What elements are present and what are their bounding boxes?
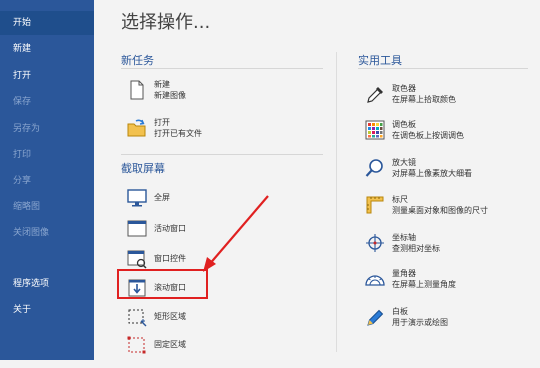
protractor-icon: [364, 268, 386, 290]
sidebar-item-options[interactable]: 程序选项: [0, 272, 94, 296]
capture-fixed-region-title: 固定区域: [154, 340, 186, 349]
rectangle-region-icon: [126, 306, 148, 328]
sidebar-item-thumbnail[interactable]: 缩略图: [0, 195, 94, 219]
tool-palette-item[interactable]: 调色板 在调色板上按调调色: [364, 119, 534, 153]
page-title: 选择操作...: [121, 12, 211, 33]
capture-fixed-region-item[interactable]: 固定区域: [126, 334, 246, 368]
tool-protractor-title: 量角器: [392, 269, 416, 278]
open-file-desc: 打开已有文件: [154, 129, 202, 138]
monitor-icon: [126, 187, 148, 209]
sidebar-item-new[interactable]: 新建: [0, 37, 94, 61]
tool-palette-desc: 在调色板上按调调色: [392, 131, 464, 140]
open-file-title: 打开: [154, 118, 170, 127]
sidebar: 开始 新建 打开 保存 另存为 打印 分享 缩略图 关闭图像 程序选项 关于: [0, 0, 94, 360]
main-panel: 选择操作... 新任务 新建 新建图像 打开 打开已有文件 截取屏幕 全屏 活动…: [94, 0, 540, 360]
tool-ruler-item[interactable]: 标尺 测量桌面对象和图像的尺寸: [364, 194, 534, 228]
capture-rectangle-title: 矩形区域: [154, 312, 186, 321]
tool-whiteboard-item[interactable]: 白板 用于演示或绘图: [364, 306, 534, 340]
sidebar-item-save-as[interactable]: 另存为: [0, 117, 94, 141]
new-image-item[interactable]: 新建 新建图像: [126, 79, 296, 113]
pen-icon: [364, 306, 386, 328]
sidebar-item-start[interactable]: 开始: [0, 11, 94, 35]
sidebar-item-close-image[interactable]: 关闭图像: [0, 221, 94, 245]
divider: [121, 154, 323, 155]
new-document-icon: [126, 79, 148, 101]
tool-protractor-desc: 在屏幕上测量角度: [392, 280, 456, 289]
new-image-desc: 新建图像: [154, 91, 186, 100]
tool-eyedropper-title: 取色器: [392, 84, 416, 93]
tool-palette-title: 调色板: [392, 120, 416, 129]
tool-ruler-title: 标尺: [392, 195, 408, 204]
divider: [358, 68, 528, 69]
open-file-item[interactable]: 打开 打开已有文件: [126, 117, 296, 151]
column-divider: [336, 52, 337, 352]
divider: [121, 68, 323, 69]
new-image-title: 新建: [154, 80, 170, 89]
tool-magnifier-title: 放大镜: [392, 158, 416, 167]
section-capture-title: 截取屏幕: [121, 162, 165, 175]
tool-axis-desc: 查测相对坐标: [392, 244, 440, 253]
sidebar-item-share[interactable]: 分享: [0, 169, 94, 193]
tool-protractor-item[interactable]: 量角器 在屏幕上测量角度: [364, 268, 534, 302]
sidebar-item-open[interactable]: 打开: [0, 64, 94, 88]
window-icon: [126, 218, 148, 240]
sidebar-item-print[interactable]: 打印: [0, 143, 94, 167]
tool-magnifier-item[interactable]: 放大镜 对屏幕上像素放大细看: [364, 157, 534, 191]
capture-fullscreen-item[interactable]: 全屏: [126, 187, 246, 221]
capture-active-window-title: 活动窗口: [154, 224, 186, 233]
tool-ruler-desc: 测量桌面对象和图像的尺寸: [392, 206, 488, 215]
ruler-icon: [364, 194, 386, 216]
sidebar-item-save[interactable]: 保存: [0, 90, 94, 114]
magnifier-icon: [364, 157, 386, 179]
tool-eyedropper-item[interactable]: 取色器 在屏幕上拾取颜色: [364, 83, 534, 117]
window-control-icon: [126, 248, 148, 270]
tool-whiteboard-title: 白板: [392, 307, 408, 316]
tool-axis-title: 坐标轴: [392, 233, 416, 242]
tool-axis-item[interactable]: 坐标轴 查测相对坐标: [364, 232, 534, 266]
capture-fullscreen-title: 全屏: [154, 193, 170, 202]
section-new-task-title: 新任务: [121, 54, 154, 67]
capture-window-control-title: 窗口控件: [154, 254, 186, 263]
tool-whiteboard-desc: 用于演示或绘图: [392, 318, 448, 327]
eyedropper-icon: [364, 83, 386, 105]
section-tools-title: 实用工具: [358, 54, 402, 67]
sidebar-item-about[interactable]: 关于: [0, 298, 94, 322]
open-folder-icon: [126, 117, 148, 139]
fixed-region-icon: [126, 334, 148, 356]
capture-active-window-item[interactable]: 活动窗口: [126, 218, 246, 252]
annotation-highlight-box: [117, 269, 208, 299]
crosshair-icon: [364, 232, 386, 254]
palette-icon: [364, 119, 386, 141]
tool-eyedropper-desc: 在屏幕上拾取颜色: [392, 95, 456, 104]
tool-magnifier-desc: 对屏幕上像素放大细看: [392, 169, 472, 178]
